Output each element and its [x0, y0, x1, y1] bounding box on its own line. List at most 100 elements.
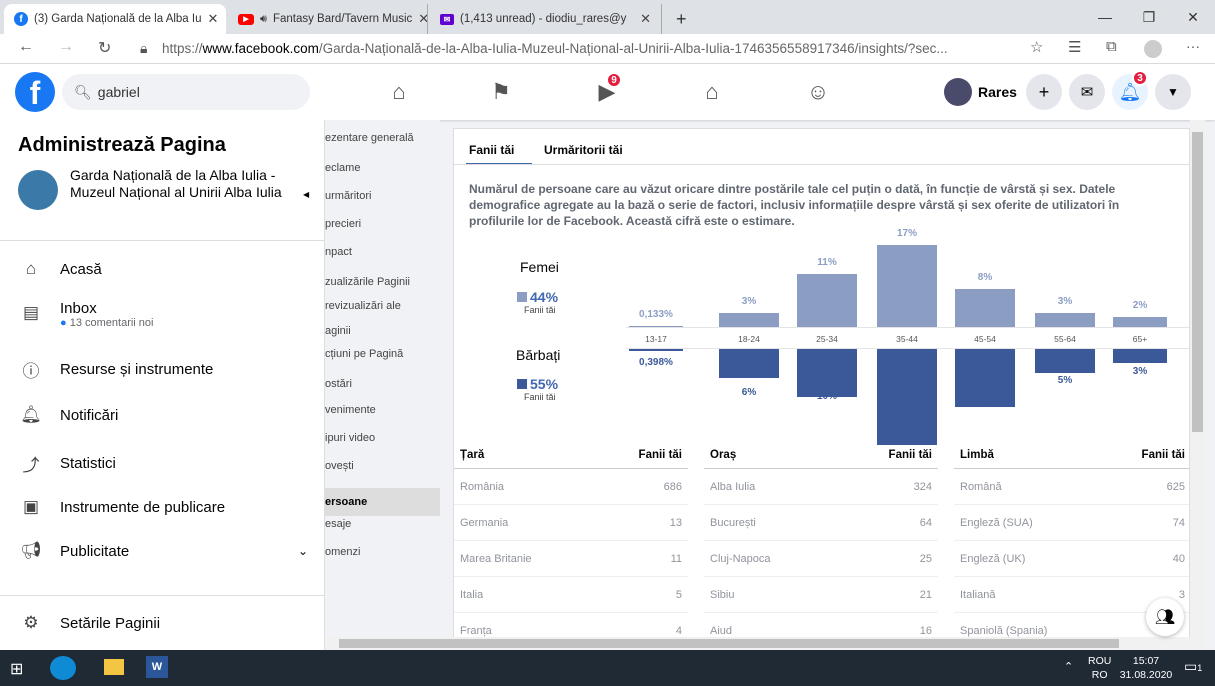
sidebar-item-inbox[interactable]: ▤ Inbox ● 13 comentarii noi: [18, 300, 154, 329]
submenu-item[interactable]: revizualizări ale: [325, 300, 440, 318]
submenu-item[interactable]: ostări: [325, 378, 440, 396]
marketplace-nav-icon[interactable]: ⌂: [697, 78, 727, 106]
home-nav-icon[interactable]: ⌂: [384, 78, 414, 106]
scroll-thumb[interactable]: [339, 639, 1119, 648]
groups-nav-icon[interactable]: ☺: [803, 78, 833, 106]
men-bar[interactable]: [797, 349, 857, 397]
table-row: Germania 13: [454, 505, 688, 541]
submenu-item[interactable]: ipuri video: [325, 432, 440, 450]
horizontal-scrollbar[interactable]: [325, 637, 1190, 650]
clock[interactable]: 15:07 31.08.2020: [1118, 654, 1174, 682]
page-name[interactable]: Garda Națională de la Alba Iulia - Muzeu…: [70, 167, 290, 201]
women-bar[interactable]: [1035, 312, 1095, 327]
more-icon[interactable]: ···: [1186, 38, 1200, 54]
women-bar[interactable]: [1113, 317, 1167, 327]
word-icon[interactable]: W: [146, 656, 168, 678]
sidebar-item-settings[interactable]: ⚙ Setările Paginii: [18, 610, 160, 636]
left-sidebar: Administrează Pagina Garda Națională de …: [0, 120, 325, 650]
action-center-icon[interactable]: ▭1: [1184, 658, 1202, 675]
close-tab-icon[interactable]: ✕: [640, 11, 651, 27]
people-insights-panel: Fanii tăi Urmăritorii tăi Numărul de per…: [453, 128, 1190, 650]
url-field[interactable]: https://www.facebook.com/Garda-Națională…: [162, 38, 1082, 60]
men-bar[interactable]: [1035, 349, 1095, 373]
submenu-item[interactable]: aginii: [325, 325, 440, 343]
file-explorer-icon[interactable]: [104, 659, 124, 675]
men-bar-label: 6%: [741, 387, 757, 398]
maximize-icon[interactable]: ❐: [1127, 0, 1171, 34]
browser-tab-facebook[interactable]: f (3) Garda Națională de la Alba Iu ✕: [4, 4, 226, 34]
sidebar-item-statistics[interactable]: ⤴ Statistici: [18, 450, 116, 476]
submenu-item[interactable]: ersoane: [325, 488, 440, 516]
submenu-item[interactable]: cțiuni pe Pagină: [325, 348, 440, 366]
browser-tab-mail[interactable]: ✉ (1,413 unread) - diodiu_rares@y ✕: [430, 4, 662, 34]
account-menu-icon[interactable]: ▼: [1155, 74, 1191, 110]
pages-nav-icon[interactable]: ⚑: [486, 78, 516, 106]
close-tab-icon[interactable]: ✕: [418, 11, 427, 27]
women-bar[interactable]: [629, 326, 683, 327]
bell-icon: 🔔︎: [20, 405, 42, 424]
women-bar-label: 3%: [741, 295, 757, 307]
refresh-icon[interactable]: ↻: [98, 38, 111, 58]
submenu-item[interactable]: omenzi: [325, 546, 440, 564]
search-value: gabriel: [97, 84, 140, 100]
sidebar-item-publishing-tools[interactable]: ▣ Instrumente de publicare: [18, 494, 225, 520]
submenu-item[interactable]: ezentare generală: [325, 132, 440, 150]
edge-icon[interactable]: [50, 656, 76, 680]
women-bar[interactable]: [877, 245, 937, 327]
minimize-icon[interactable]: —: [1083, 0, 1127, 34]
sidebar-item-notifications[interactable]: 🔔︎ Notificări: [18, 402, 118, 428]
search-input[interactable]: 🔍︎ gabriel: [62, 74, 310, 110]
messenger-icon[interactable]: ✉: [1069, 74, 1105, 110]
submenu-item[interactable]: esaje: [325, 518, 440, 536]
close-window-icon[interactable]: ✕: [1171, 0, 1215, 34]
men-bar[interactable]: [719, 349, 779, 378]
chevron-down-icon[interactable]: ⌄: [298, 544, 308, 558]
submenu-item[interactable]: ovești: [325, 460, 440, 478]
vertical-scrollbar[interactable]: [1190, 120, 1205, 650]
submenu-item[interactable]: zualizările Paginii: [325, 276, 440, 294]
collections-icon[interactable]: ⧉: [1106, 38, 1117, 55]
publish-icon: ▣: [22, 497, 40, 516]
submenu-item[interactable]: npact: [325, 246, 440, 264]
submenu-item[interactable]: eclame: [325, 162, 440, 180]
sidebar-item-resources[interactable]: ⓘ Resurse și instrumente: [18, 356, 214, 382]
create-button[interactable]: +: [1026, 74, 1062, 110]
new-tab-button[interactable]: +: [666, 4, 696, 34]
submenu-item[interactable]: precieri: [325, 218, 440, 236]
men-bar[interactable]: [1113, 349, 1167, 364]
windows-start-icon[interactable]: ⊞: [10, 659, 23, 679]
men-bar-label: 0,398%: [639, 357, 673, 368]
women-bar-label: 0,133%: [639, 309, 673, 320]
tray-chevron-up-icon[interactable]: ⌃: [1064, 660, 1073, 673]
close-tab-icon[interactable]: ✕: [208, 11, 219, 27]
fans-table: Oraș Fanii tăi Alba Iulia 324 București 64 Clu…: [704, 441, 938, 649]
back-icon[interactable]: ←: [18, 38, 34, 56]
divider: [0, 240, 324, 241]
chat-contacts-icon[interactable]: 👥︎: [1146, 598, 1184, 636]
user-name: Rares: [978, 84, 1017, 100]
input-language[interactable]: ROU RO: [1088, 654, 1111, 682]
notifications-bell-icon[interactable]: 🔔︎ 3: [1112, 70, 1148, 110]
women-bar[interactable]: [719, 312, 779, 327]
scroll-thumb[interactable]: [1192, 132, 1203, 432]
profile-icon[interactable]: [1144, 40, 1162, 58]
men-bar[interactable]: [629, 349, 683, 351]
men-bar[interactable]: [955, 349, 1015, 407]
submenu-item[interactable]: venimente: [325, 404, 440, 422]
watch-nav-icon[interactable]: ▶ 9: [592, 72, 622, 106]
star-icon[interactable]: ☆: [1030, 38, 1043, 56]
page-dropdown-icon[interactable]: ◀: [303, 190, 309, 199]
page-avatar[interactable]: [18, 170, 58, 210]
forward-icon[interactable]: →: [58, 38, 74, 56]
profile-link[interactable]: Rares: [944, 78, 1017, 106]
browser-tab-youtube[interactable]: ▶ 🔊︎ Fantasy Bard/Tavern Music ✕: [228, 4, 428, 34]
sidebar-item-advertising[interactable]: 📢︎ Publicitate ⌄: [18, 538, 308, 564]
submenu-item[interactable]: urmăritori: [325, 190, 440, 208]
women-bar[interactable]: [955, 288, 1015, 327]
favorites-icon[interactable]: ☰: [1068, 38, 1081, 56]
sidebar-item-home[interactable]: ⌂ Acasă: [18, 256, 102, 282]
women-bar[interactable]: [797, 274, 857, 327]
facebook-logo-icon[interactable]: f: [15, 72, 55, 112]
chart-icon: ⤴: [22, 455, 40, 475]
table-row: Cluj-Napoca 25: [704, 541, 938, 577]
